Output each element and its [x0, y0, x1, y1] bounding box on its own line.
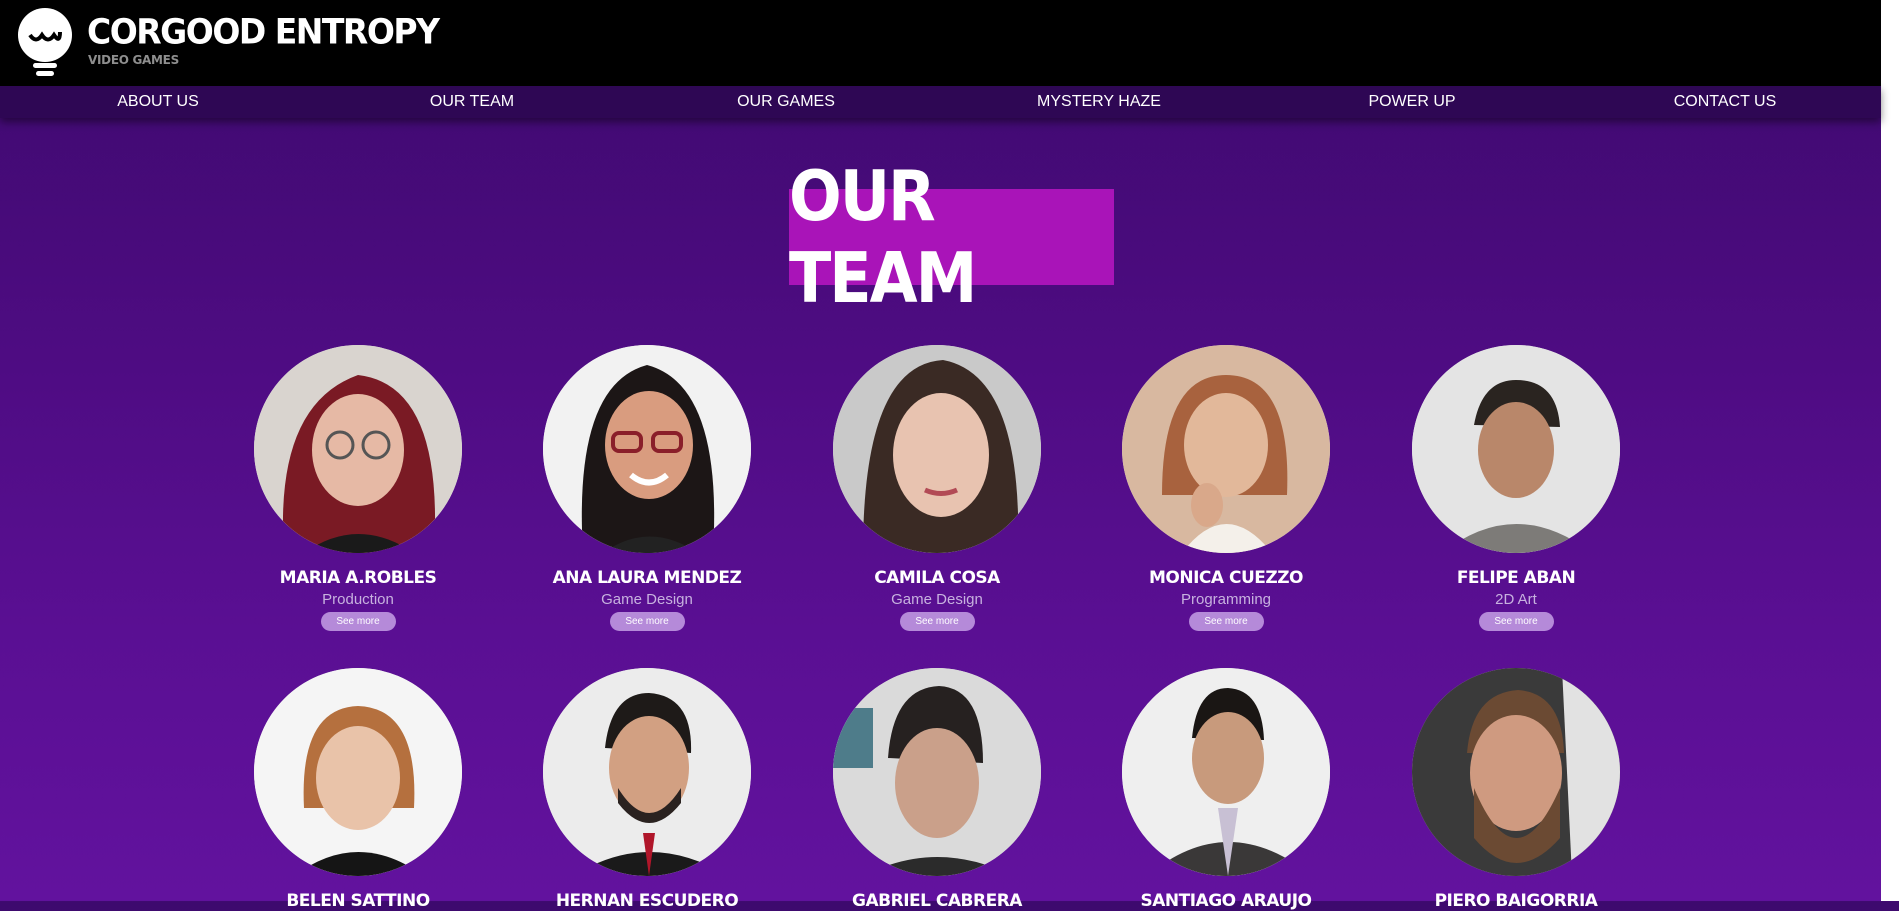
brand-subtitle: VIDEO GAMES	[88, 53, 179, 67]
section-title-box: OUR TEAM	[789, 155, 1114, 319]
team-member-card: FELIPE ABAN 2D Art See more	[1411, 345, 1621, 631]
team-member-card: MARIA A.ROBLES Production See more	[253, 345, 463, 631]
member-name: ANA LAURA MENDEZ	[552, 568, 742, 588]
member-name: BELEN SATTINO	[286, 891, 430, 911]
main-nav: ABOUT US OUR TEAM OUR GAMES MYSTERY HAZE…	[0, 86, 1881, 118]
team-member-card: SANTIAGO ARAUJO	[1121, 668, 1331, 911]
member-name: MARIA A.ROBLES	[279, 568, 437, 588]
see-more-button[interactable]: See more	[609, 612, 685, 631]
member-photo[interactable]	[543, 668, 751, 876]
team-member-card: PIERO BAIGORRIA	[1411, 668, 1621, 911]
member-name: FELIPE ABAN	[1456, 568, 1576, 588]
member-role: Programming	[1180, 591, 1272, 608]
member-name: PIERO BAIGORRIA	[1434, 891, 1598, 911]
member-photo[interactable]	[833, 668, 1041, 876]
member-photo[interactable]	[543, 345, 751, 553]
team-member-card: HERNAN ESCUDERO	[542, 668, 752, 911]
member-name: CAMILA COSA	[874, 568, 1000, 588]
team-member-card: CAMILA COSA Game Design See more	[832, 345, 1042, 631]
nav-our-games[interactable]: OUR GAMES	[686, 86, 886, 118]
member-photo[interactable]	[254, 345, 462, 553]
nav-our-team[interactable]: OUR TEAM	[372, 86, 572, 118]
section-title: OUR TEAM	[789, 155, 977, 319]
member-photo[interactable]	[254, 668, 462, 876]
see-more-button[interactable]: See more	[899, 612, 975, 631]
member-role: Game Design	[601, 591, 693, 608]
member-role: 2D Art	[1495, 591, 1537, 608]
member-name: HERNAN ESCUDERO	[555, 891, 739, 911]
page-edge	[1881, 0, 1899, 901]
member-role: Production	[322, 591, 394, 608]
member-photo[interactable]	[833, 345, 1041, 553]
member-role: Game Design	[891, 591, 983, 608]
member-photo[interactable]	[1122, 668, 1330, 876]
team-member-card: MONICA CUEZZO Programming See more	[1121, 345, 1331, 631]
nav-power-up[interactable]: POWER UP	[1312, 86, 1512, 118]
see-more-button[interactable]: See more	[320, 612, 396, 631]
member-photo[interactable]	[1122, 345, 1330, 553]
site-header: CORGOOD ENTROPY VIDEO GAMES	[0, 0, 1881, 86]
nav-contact-us[interactable]: CONTACT US	[1625, 86, 1825, 118]
brand-name[interactable]: CORGOOD ENTROPY	[87, 11, 440, 53]
team-member-card: GABRIEL CABRERA	[832, 668, 1042, 911]
lightbulb-logo-icon[interactable]	[16, 8, 74, 78]
member-name: SANTIAGO ARAUJO	[1140, 891, 1313, 911]
see-more-button[interactable]: See more	[1478, 612, 1554, 631]
nav-mystery-haze[interactable]: MYSTERY HAZE	[999, 86, 1199, 118]
nav-about-us[interactable]: ABOUT US	[58, 86, 258, 118]
member-photo[interactable]	[1412, 345, 1620, 553]
see-more-button[interactable]: See more	[1188, 612, 1264, 631]
member-name: MONICA CUEZZO	[1149, 568, 1303, 588]
team-member-card: ANA LAURA MENDEZ Game Design See more	[542, 345, 752, 631]
member-photo[interactable]	[1412, 668, 1620, 876]
member-name: GABRIEL CABRERA	[852, 891, 1022, 911]
team-member-card: BELEN SATTINO	[253, 668, 463, 911]
